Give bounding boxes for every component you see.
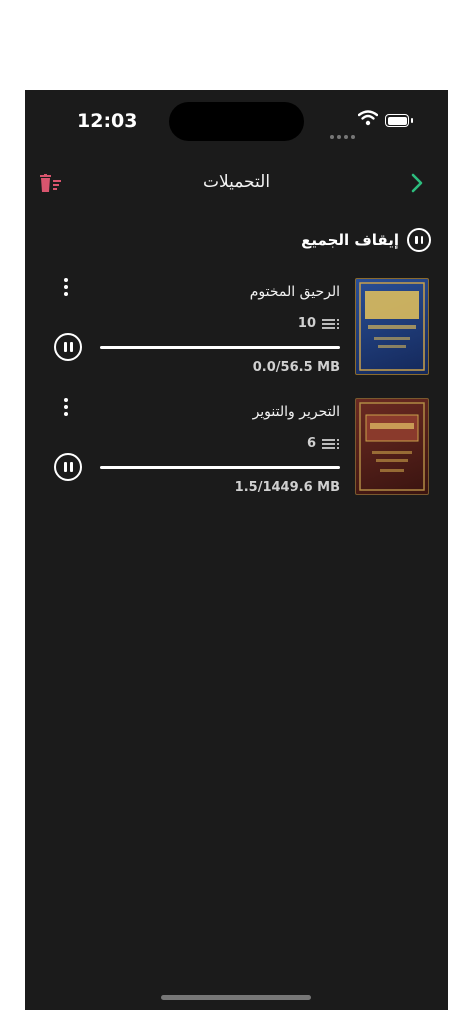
wifi-icon [357, 110, 379, 130]
file-count-value: 6 [306, 436, 316, 451]
home-indicator [161, 995, 311, 1000]
file-count: 6 [307, 436, 340, 451]
stop-all-button[interactable]: إيقاف الجميع [301, 228, 431, 252]
pause-circle-icon [407, 228, 431, 252]
list-icon [322, 318, 339, 329]
phone-screen: 12:03 التحميلات إيقاف الجميع الرحيق المخ… [25, 90, 448, 1010]
list-icon [322, 438, 339, 449]
download-size: 1.5/1449.6 MB [234, 480, 340, 495]
download-size: 0.0/56.5 MB [252, 360, 340, 375]
file-count-value: 10 [297, 316, 316, 331]
battery-icon [385, 114, 409, 127]
dynamic-island [169, 102, 304, 141]
pause-download-button[interactable] [54, 453, 82, 481]
battery-cap [411, 118, 413, 123]
progress-bar [100, 346, 340, 349]
status-time: 12:03 [77, 110, 138, 132]
page-title: التحميلات [202, 172, 271, 192]
book-cover[interactable] [355, 398, 429, 495]
book-cover[interactable] [355, 278, 429, 375]
progress-fill [100, 466, 340, 469]
download-title: الرحيق المختوم [249, 284, 340, 300]
pause-download-button[interactable] [54, 333, 82, 361]
pause-circle-icon [54, 333, 82, 361]
progress-fill [100, 346, 340, 349]
trash-list-icon[interactable] [39, 174, 63, 198]
more-vertical-icon[interactable] [64, 278, 68, 296]
file-count: 10 [298, 316, 340, 331]
download-title: التحرير والتنوير [252, 404, 340, 420]
more-vertical-icon[interactable] [64, 398, 68, 416]
progress-bar [100, 466, 340, 469]
stop-all-label: إيقاف الجميع [301, 231, 399, 249]
signal-icon [330, 124, 358, 143]
pause-circle-icon [54, 453, 82, 481]
